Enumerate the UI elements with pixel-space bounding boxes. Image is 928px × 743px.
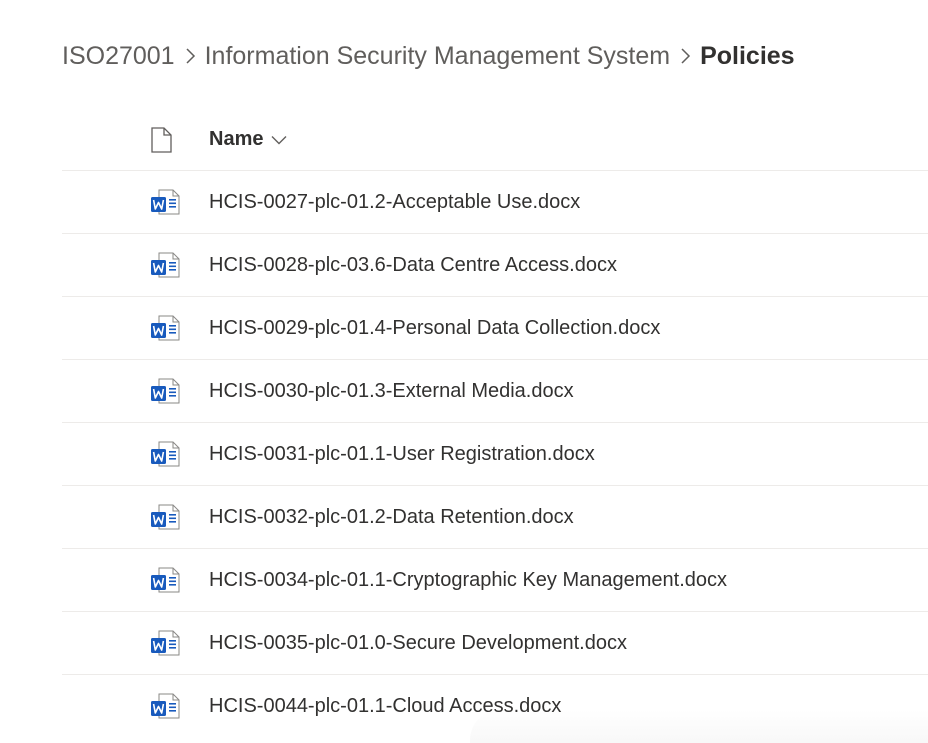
word-document-icon — [150, 315, 180, 341]
file-row[interactable]: HCIS-0029-plc-01.4-Personal Data Collect… — [62, 297, 928, 360]
file-list: HCIS-0027-plc-01.2-Acceptable Use.docx H… — [62, 171, 928, 738]
file-row[interactable]: HCIS-0027-plc-01.2-Acceptable Use.docx — [62, 171, 928, 234]
file-name[interactable]: HCIS-0035-plc-01.0-Secure Development.do… — [209, 629, 627, 657]
file-row[interactable]: HCIS-0028-plc-03.6-Data Centre Access.do… — [62, 234, 928, 297]
list-header: Name — [62, 108, 928, 171]
word-document-icon — [150, 252, 180, 278]
file-name[interactable]: HCIS-0034-plc-01.1-Cryptographic Key Man… — [209, 566, 727, 594]
file-name[interactable]: HCIS-0031-plc-01.1-User Registration.doc… — [209, 440, 595, 468]
file-row[interactable]: HCIS-0030-plc-01.3-External Media.docx — [62, 360, 928, 423]
breadcrumb-item-policies: Policies — [700, 41, 795, 70]
file-name[interactable]: HCIS-0028-plc-03.6-Data Centre Access.do… — [209, 251, 617, 279]
word-document-icon — [150, 567, 180, 593]
name-column-label: Name — [209, 127, 264, 150]
file-name[interactable]: HCIS-0030-plc-01.3-External Media.docx — [209, 377, 574, 405]
name-column-header[interactable]: Name — [209, 125, 287, 153]
file-row[interactable]: HCIS-0034-plc-01.1-Cryptographic Key Man… — [62, 549, 928, 612]
chevron-right-icon — [670, 38, 700, 74]
chevron-right-icon — [175, 38, 205, 74]
breadcrumb-item-iso27001[interactable]: ISO27001 — [62, 42, 175, 71]
file-row[interactable]: HCIS-0044-plc-01.1-Cloud Access.docx — [62, 675, 928, 738]
file-row[interactable]: HCIS-0031-plc-01.1-User Registration.doc… — [62, 423, 928, 486]
word-document-icon — [150, 693, 180, 719]
file-name[interactable]: HCIS-0032-plc-01.2-Data Retention.docx — [209, 503, 574, 531]
word-document-icon — [150, 378, 180, 404]
file-name[interactable]: HCIS-0044-plc-01.1-Cloud Access.docx — [209, 692, 561, 720]
word-document-icon — [150, 189, 180, 215]
word-document-icon — [150, 504, 180, 530]
file-row[interactable]: HCIS-0032-plc-01.2-Data Retention.docx — [62, 486, 928, 549]
file-name[interactable]: HCIS-0029-plc-01.4-Personal Data Collect… — [209, 314, 660, 342]
document-library-page: ISO27001 Information Security Management… — [0, 0, 928, 743]
word-document-icon — [150, 441, 180, 467]
breadcrumb: ISO27001 Information Security Management… — [62, 38, 795, 74]
file-row[interactable]: HCIS-0035-plc-01.0-Secure Development.do… — [62, 612, 928, 675]
word-document-icon — [150, 630, 180, 656]
document-icon[interactable] — [150, 127, 172, 153]
breadcrumb-item-isms[interactable]: Information Security Management System — [205, 42, 670, 71]
file-name[interactable]: HCIS-0027-plc-01.2-Acceptable Use.docx — [209, 188, 580, 216]
chevron-down-icon — [271, 128, 287, 151]
